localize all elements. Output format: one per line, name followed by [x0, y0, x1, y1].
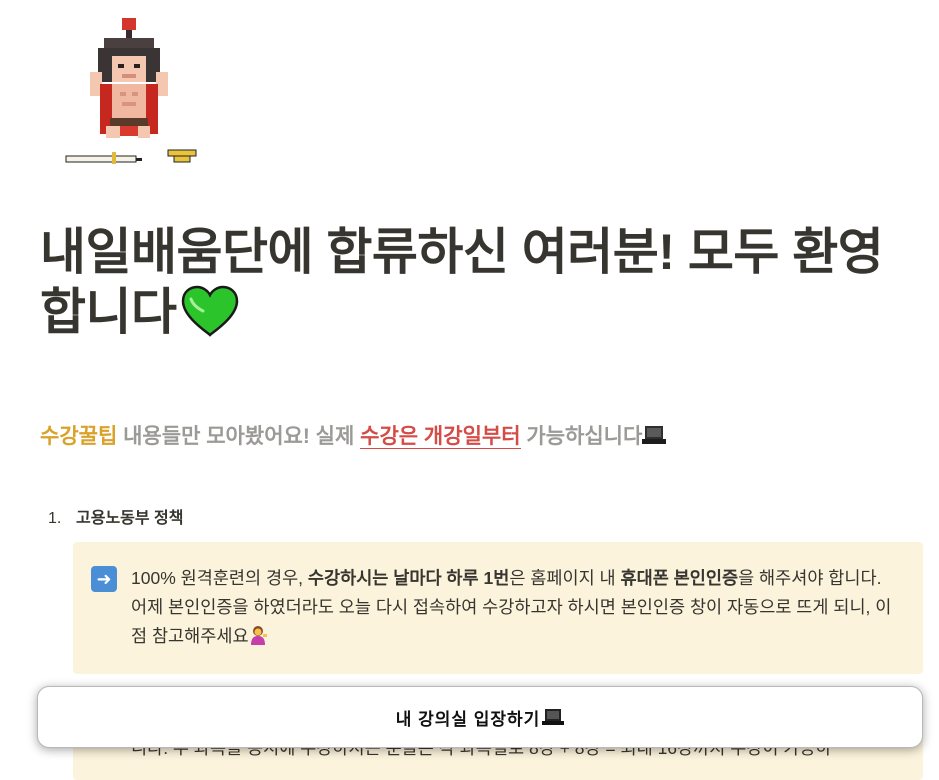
page-title: 내일배움단에 합류하신 여러분! 모두 환영합니다	[40, 222, 910, 342]
callout-text: 100% 원격훈련의 경우, 수강하시는 날마다 하루 1번은 홈페이지 내 휴…	[131, 564, 893, 651]
person-tipping-hand-icon	[249, 625, 269, 645]
list-item: 1. 고용노동부 정책	[48, 506, 184, 532]
callout-bold-1: 수강하시는 날마다 하루 1번	[307, 568, 510, 588]
subtitle-text: 내용들만 모아봤어요! 실제	[117, 425, 361, 448]
callout-text-1: 100% 원격훈련의 경우,	[131, 568, 308, 588]
enter-classroom-button[interactable]: 내 강의실 입장하기	[37, 686, 923, 748]
list-number: 1.	[48, 510, 62, 527]
page-title-text: 내일배움단에 합류하신 여러분! 모두 환영합니다	[40, 224, 884, 340]
subtitle: 수강꿀팁 내용들만 모아봤어요! 실제 수강은 개강일부터 가능하십니다	[40, 420, 667, 454]
enter-button-label: 내 강의실 입장하기	[395, 709, 541, 729]
callout-text-2: 은 홈페이지 내	[509, 568, 621, 588]
green-heart-icon	[181, 285, 239, 337]
tip-highlight: 수강꿀팁	[40, 425, 118, 448]
list-label: 고용노동부 정책	[76, 510, 184, 527]
page-icon	[60, 14, 200, 170]
start-date-highlight: 수강은 개강일부터	[360, 425, 521, 449]
subtitle-text-end: 가능하십니다	[520, 425, 643, 448]
laptop-icon	[542, 707, 565, 727]
laptop-icon	[642, 423, 667, 445]
numbered-list: 1. 고용노동부 정책	[48, 506, 184, 532]
callout: ➜ 100% 원격훈련의 경우, 수강하시는 날마다 하루 1번은 홈페이지 내…	[73, 542, 923, 674]
callout-bold-2: 휴대폰 본인인증	[620, 568, 739, 588]
arrow-right-icon: ➜	[91, 566, 117, 592]
